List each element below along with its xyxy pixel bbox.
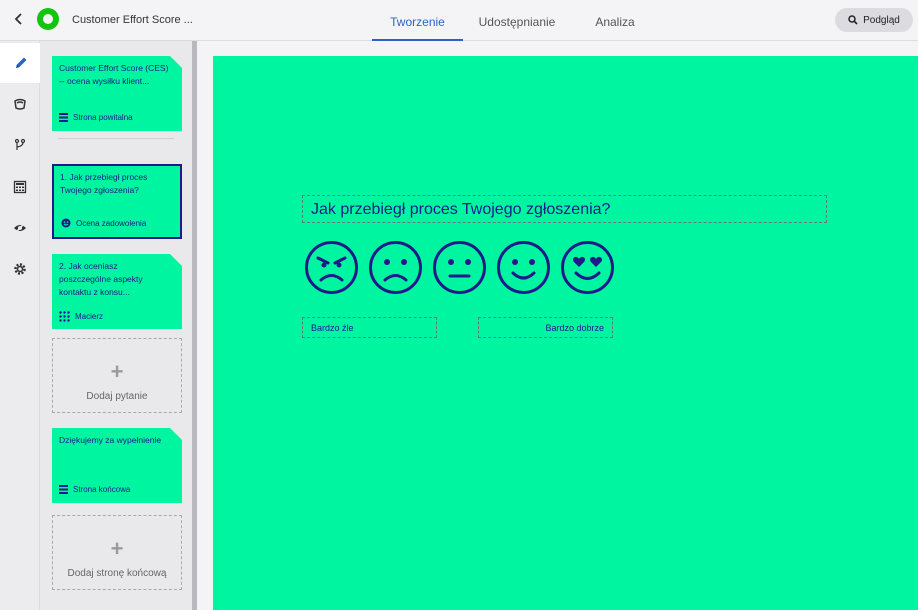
theme-icon[interactable] bbox=[0, 84, 40, 124]
card-fold bbox=[170, 428, 182, 440]
welcome-page-icon bbox=[59, 113, 68, 122]
section-divider bbox=[58, 138, 174, 139]
smile-face-icon[interactable] bbox=[496, 240, 551, 295]
visibility-icon[interactable] bbox=[0, 208, 40, 248]
card-type: Macierz bbox=[59, 311, 103, 322]
preview-label: Podgląd bbox=[863, 14, 900, 26]
sad-face-icon[interactable] bbox=[368, 240, 423, 295]
preview-button[interactable]: Podgląd bbox=[835, 8, 913, 32]
add-question-button[interactable]: + Dodaj pytanie bbox=[52, 338, 182, 413]
scale-high-label[interactable]: Bardzo dobrze bbox=[478, 317, 613, 338]
settings-gear-icon[interactable] bbox=[0, 249, 40, 289]
card-type-label: Ocena zadowolenia bbox=[76, 218, 147, 228]
satisfaction-face-icon bbox=[61, 218, 71, 228]
matrix-grid-icon bbox=[59, 311, 70, 322]
tab-tworzenie[interactable]: Tworzenie bbox=[372, 0, 463, 41]
scale-low-label[interactable]: Bardzo źle bbox=[302, 317, 437, 338]
calculator-icon[interactable] bbox=[0, 167, 40, 207]
angry-face-icon[interactable] bbox=[304, 240, 359, 295]
logic-branch-icon[interactable] bbox=[0, 125, 40, 165]
question-text-field[interactable]: Jak przebiegł proces Twojego zgłoszenia? bbox=[302, 195, 827, 223]
main-tabs: Tworzenie Udostępnianie Analiza bbox=[372, 0, 659, 41]
plus-icon: + bbox=[110, 359, 124, 384]
neutral-face-icon[interactable] bbox=[432, 240, 487, 295]
end-page-icon bbox=[59, 485, 68, 494]
back-arrow-icon[interactable] bbox=[10, 10, 28, 28]
card-type-label: Strona powitalna bbox=[73, 113, 133, 122]
card-title: 2. Jak oceniasz poszczególne aspekty kon… bbox=[59, 261, 143, 297]
top-bar: Customer Effort Score ... Tworzenie Udos… bbox=[0, 0, 918, 41]
card-fold bbox=[170, 56, 182, 68]
add-question-label: Dodaj pytanie bbox=[86, 391, 148, 402]
survey-title[interactable]: Customer Effort Score ... bbox=[72, 14, 193, 26]
add-end-page-label: Dodaj stronę końcową bbox=[67, 568, 167, 579]
question-card-1[interactable]: 1. Jak przebiegł proces Twojego zgłoszen… bbox=[52, 164, 182, 239]
thank-you-page-card[interactable]: Dziękujemy za wypełnienie Strona końcowa bbox=[52, 428, 182, 503]
panel-scrollbar[interactable] bbox=[192, 41, 197, 610]
card-type-label: Macierz bbox=[75, 312, 104, 321]
tool-rail bbox=[0, 41, 41, 610]
tab-udostepnianie[interactable]: Udostępnianie bbox=[463, 0, 571, 41]
survey-canvas: Jak przebiegł proces Twojego zgłoszenia? bbox=[213, 56, 918, 610]
search-icon bbox=[848, 15, 858, 25]
app-logo[interactable] bbox=[37, 8, 59, 30]
card-title: Dziękujemy za wypełnienie bbox=[59, 435, 162, 445]
card-type: Ocena zadowolenia bbox=[61, 218, 146, 228]
card-type: Strona powitalna bbox=[59, 113, 133, 122]
welcome-page-card[interactable]: Customer Effort Score (CES) -- ocena wys… bbox=[52, 56, 182, 131]
plus-icon: + bbox=[110, 536, 124, 561]
pencil-icon[interactable] bbox=[0, 43, 41, 83]
heart-eyes-face-icon[interactable] bbox=[560, 240, 615, 295]
tab-analiza[interactable]: Analiza bbox=[571, 0, 659, 41]
card-type: Strona końcowa bbox=[59, 485, 130, 494]
card-title: Customer Effort Score (CES) -- ocena wys… bbox=[59, 63, 169, 86]
add-end-page-button[interactable]: + Dodaj stronę końcową bbox=[52, 515, 182, 590]
face-rating-scale bbox=[304, 240, 615, 295]
card-type-label: Strona końcowa bbox=[73, 485, 131, 494]
card-title: 1. Jak przebiegł proces Twojego zgłoszen… bbox=[60, 172, 148, 195]
question-card-2[interactable]: 2. Jak oceniasz poszczególne aspekty kon… bbox=[52, 254, 182, 329]
card-fold bbox=[170, 254, 182, 266]
